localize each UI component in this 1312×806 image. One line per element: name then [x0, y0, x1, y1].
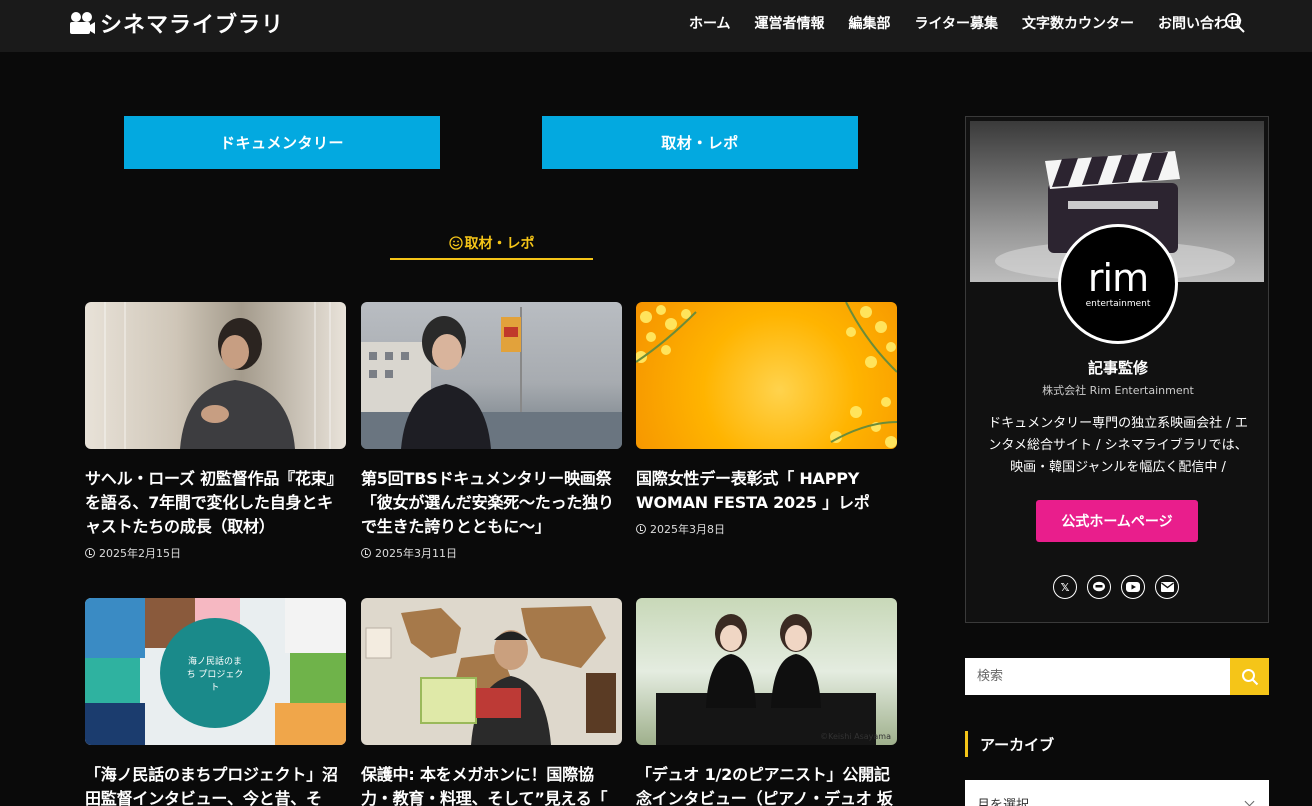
article-title[interactable]: 保護中: 本をメガホンに！国際協力・教育・料理、そして”見える「 — [361, 763, 622, 806]
archive-month-select[interactable]: 月を選択 — [965, 780, 1269, 806]
archive-heading: アーカイブ — [965, 731, 1054, 757]
clock-icon — [361, 548, 371, 558]
photo-piano-duo — [656, 614, 876, 745]
site-header: シネマライブラリ ホーム 運営者情報 編集部 ライター募集 文字数カウンター お… — [0, 0, 1312, 52]
photo-man-with-book — [365, 606, 616, 745]
article-title[interactable]: 「デュオ 1/2のピアニスト」公開記念インタビュー（ピアノ・デュオ 坂 — [636, 763, 897, 806]
nav-char-counter[interactable]: 文字数カウンター — [1022, 13, 1134, 33]
article-thumbnail[interactable]: ©Keishi Asayama — [636, 598, 897, 745]
photo-mimosa-flowers — [636, 302, 897, 448]
article-card[interactable]: サヘル・ローズ 初監督作品『花束』を語る、7年間で変化した自身とキャストたちの成… — [85, 302, 346, 561]
social-links: 𝕏 — [1053, 575, 1179, 599]
article-thumbnail[interactable] — [361, 598, 622, 745]
article-thumbnail[interactable] — [636, 302, 897, 449]
article-date: 2025年2月15日 — [85, 545, 346, 561]
site-logo[interactable]: シネマライブラリ — [68, 8, 284, 38]
article-card[interactable]: 第5回TBSドキュメンタリー映画祭「彼女が選んだ安楽死〜たった独りで生きた誇りと… — [361, 302, 622, 561]
profile-description: ドキュメンタリー専門の独立系映画会社 / エンタメ総合サイト / シネマライブラ… — [988, 416, 1248, 475]
article-date: 2025年3月8日 — [636, 521, 897, 537]
profile-label: 記事監修 — [1087, 359, 1148, 377]
photo-credit: ©Keishi Asayama — [820, 732, 891, 741]
nav-about[interactable]: 運営者情報 — [755, 13, 825, 33]
search-submit-button[interactable] — [1230, 658, 1269, 695]
article-title[interactable]: 国際女性デー表彰式「 HAPPY WOMAN FESTA 2025 」レポ — [636, 467, 897, 515]
nav-home[interactable]: ホーム — [689, 13, 731, 33]
article-title[interactable]: 「海ノ民話のまちプロジェクト」沼田監督インタビュー、今と昔、そ — [85, 763, 346, 806]
search-icon — [1241, 668, 1258, 685]
chevron-down-icon — [1244, 796, 1255, 806]
category-button-documentary[interactable]: ドキュメンタリー — [124, 116, 440, 169]
article-thumbnail[interactable]: 海ノ民話のまち プロジェクト — [85, 598, 346, 745]
article-title[interactable]: サヘル・ローズ 初監督作品『花束』を語る、7年間で変化した自身とキャストたちの成… — [85, 467, 346, 539]
archive-select-value: 月を選択 — [977, 798, 1030, 806]
avatar-logo-text: rim — [1087, 256, 1149, 300]
article-date: 2025年3月11日 — [361, 545, 622, 561]
article-thumbnail[interactable] — [361, 302, 622, 449]
mail-icon[interactable] — [1155, 575, 1179, 599]
section-heading-label: 取材・レポ — [464, 236, 535, 252]
article-card[interactable]: 国際女性デー表彰式「 HAPPY WOMAN FESTA 2025 」レポ 20… — [636, 302, 897, 537]
logo-text: シネマライブラリ — [100, 13, 285, 38]
article-card[interactable]: 保護中: 本をメガホンに！国際協力・教育・料理、そして”見える「 — [361, 598, 622, 806]
search-icon[interactable] — [1224, 12, 1246, 34]
line-icon[interactable] — [1087, 575, 1111, 599]
search-input[interactable] — [965, 658, 1230, 695]
clock-icon — [636, 524, 646, 534]
official-homepage-button[interactable]: 公式ホームページ — [1036, 500, 1198, 542]
article-thumbnail[interactable] — [85, 302, 346, 449]
nav-writer-recruit[interactable]: ライター募集 — [915, 13, 998, 33]
profile-company: 株式会社 Rim Entertainment — [1042, 384, 1194, 397]
avatar-logo-subtext: entertainment — [1085, 299, 1151, 309]
main-nav: ホーム 運営者情報 編集部 ライター募集 文字数カウンター お問い合わせ — [689, 0, 1242, 46]
camera-logo-icon — [70, 12, 95, 34]
x-icon[interactable]: 𝕏 — [1053, 575, 1077, 599]
avatar[interactable]: rim entertainment — [1058, 224, 1178, 344]
nav-editorial[interactable]: 編集部 — [849, 13, 891, 33]
section-heading: 取材・レポ — [390, 228, 593, 260]
youtube-icon[interactable] — [1121, 575, 1145, 599]
article-card[interactable]: ©Keishi Asayama 「デュオ 1/2のピアニスト」公開記念インタビュ… — [636, 598, 897, 806]
article-card[interactable]: 海ノ民話のまち プロジェクト 「海ノ民話のまちプロジェクト」沼田監督インタビュー… — [85, 598, 346, 806]
smile-icon — [448, 236, 463, 250]
profile-widget: rim entertainment 記事監修 株式会社 Rim Entertai… — [965, 116, 1269, 623]
photo-woman-harbor — [361, 307, 622, 449]
photo-woman-speaking — [104, 302, 331, 449]
clock-icon — [85, 548, 95, 558]
thumbnail-caption: 海ノ民話のまち プロジェクト — [186, 657, 244, 693]
article-title[interactable]: 第5回TBSドキュメンタリー映画祭「彼女が選んだ安楽死〜たった独りで生きた誇りと… — [361, 467, 622, 539]
sidebar-search — [965, 658, 1269, 695]
category-button-interview-report[interactable]: 取材・レポ — [542, 116, 858, 169]
